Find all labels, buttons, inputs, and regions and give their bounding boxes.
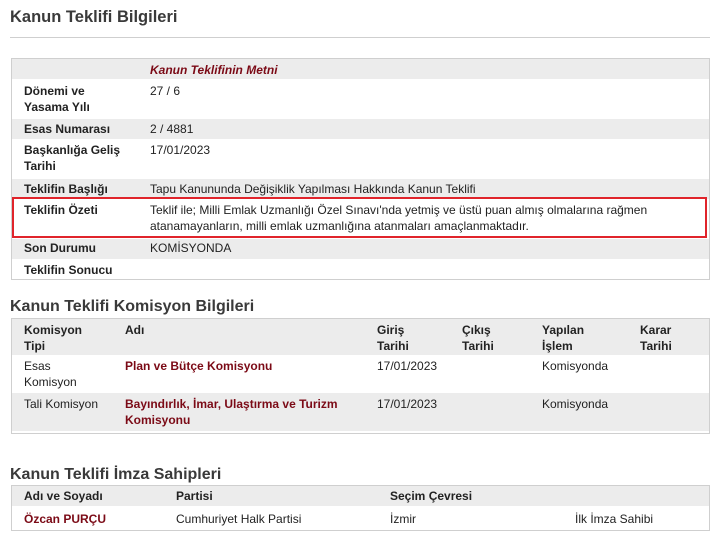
info-row-status: Son Durumu KOMİSYONDA <box>12 239 709 259</box>
col-dec-header-l1: Karar <box>640 323 672 337</box>
col-op-header-l1: Yapılan <box>542 323 585 337</box>
summary-label: Teklifin Özeti <box>24 203 98 217</box>
title-value: Tapu Kanununda Değişiklik Yapılması Hakk… <box>150 182 476 196</box>
col-dec-header-l2: Tarihi <box>640 339 672 353</box>
info-row-text-link: Kanun Teklifinin Metni <box>12 59 709 79</box>
signer-name-link[interactable]: Özcan PURÇU <box>24 511 106 527</box>
number-value: 2 / 4881 <box>150 122 194 136</box>
commission-row: Tali Komisyon Bayındırlık, İmar, Ulaştır… <box>12 393 709 431</box>
title-divider <box>10 37 710 38</box>
col-type-header-l2: Tipi <box>24 339 46 353</box>
info-row-title: Teklifin Başlığı Tapu Kanununda Değişikl… <box>12 179 709 199</box>
info-row-date: Başkanlığa Geliş Tarihi 17/01/2023 <box>12 139 709 179</box>
info-row-number: Esas Numarası 2 / 4881 <box>12 119 709 139</box>
signer-party-header: Partisi <box>176 489 213 503</box>
commission-in-date: 17/01/2023 <box>377 359 438 373</box>
signer-party: Cumhuriyet Halk Partisi <box>176 512 302 526</box>
signers-header-row: Adı ve Soyadı Partisi Seçim Çevresi <box>12 486 709 506</box>
signer-row: Özcan PURÇU Cumhuriyet Halk Partisi İzmi… <box>12 506 709 530</box>
status-value: KOMİSYONDA <box>150 241 232 255</box>
result-label: Teklifin Sonucu <box>24 263 113 277</box>
number-label: Esas Numarası <box>24 122 111 136</box>
signer-name-header: Adı ve Soyadı <box>24 489 103 503</box>
commission-name-link-l1[interactable]: Bayındırlık, İmar, Ulaştırma ve Turizm <box>125 396 338 412</box>
commission-type-l2: Komisyon <box>24 375 77 389</box>
signer-district: İzmir <box>390 512 416 526</box>
signer-district-header: Seçim Çevresi <box>390 489 473 503</box>
commission-in-date: 17/01/2023 <box>377 397 438 411</box>
info-row-result: Teklifin Sonucu <box>12 259 709 279</box>
period-label-line2: Yasama Yılı <box>24 100 90 114</box>
info-row-summary: Teklifin Özeti Teklif ile; Milli Emlak U… <box>12 199 709 239</box>
summary-value-line2: atanamayanların, milli emlak uzmanlığına… <box>150 219 529 233</box>
period-label-line1: Dönemi ve <box>24 84 85 98</box>
signers-section-title: Kanun Teklifi İmza Sahipleri <box>10 466 222 483</box>
col-in-header-l2: Tarihi <box>377 339 409 353</box>
commission-section-title: Kanun Teklifi Komisyon Bilgileri <box>10 298 255 315</box>
signer-role: İlk İmza Sahibi <box>575 512 654 526</box>
col-out-header-l2: Tarihi <box>462 339 494 353</box>
commission-row: Esas Komisyon Plan ve Bütçe Komisyonu 17… <box>12 355 709 393</box>
date-label-line1: Başkanlığa Geliş <box>24 143 121 157</box>
commission-name-link-l2[interactable]: Komisyonu <box>125 412 190 428</box>
col-out-header-l1: Çıkış <box>462 323 491 337</box>
commission-header-row: Komisyon Tipi Adı Giriş Tarihi Çıkış Tar… <box>12 319 709 355</box>
info-row-period: Dönemi ve Yasama Yılı 27 / 6 <box>12 79 709 119</box>
commission-operation: Komisyonda <box>542 359 609 373</box>
signers-table: Adı ve Soyadı Partisi Seçim Çevresi Özca… <box>11 485 710 531</box>
info-section-title: Kanun Teklifi Bilgileri <box>10 8 178 26</box>
commission-operation: Komisyonda <box>542 397 609 411</box>
info-table: Kanun Teklifinin Metni Dönemi ve Yasama … <box>11 58 710 280</box>
title-label: Teklifin Başlığı <box>24 182 108 196</box>
date-value: 17/01/2023 <box>150 143 211 157</box>
commission-type-l1: Esas <box>24 359 51 373</box>
date-label-line2: Tarihi <box>24 159 56 173</box>
col-op-header-l2: İşlem <box>542 339 573 353</box>
commission-type-l1: Tali Komisyon <box>24 397 99 411</box>
period-value: 27 / 6 <box>150 84 181 98</box>
bill-text-link[interactable]: Kanun Teklifinin Metni <box>150 62 278 78</box>
col-type-header-l1: Komisyon <box>24 323 83 337</box>
summary-value-line1: Teklif ile; Milli Emlak Uzmanlığı Özel S… <box>150 203 648 217</box>
commission-name-link[interactable]: Plan ve Bütçe Komisyonu <box>125 358 272 374</box>
col-in-header-l1: Giriş <box>377 323 405 337</box>
col-name-header: Adı <box>125 323 145 337</box>
status-label: Son Durumu <box>24 241 96 255</box>
commission-table: Komisyon Tipi Adı Giriş Tarihi Çıkış Tar… <box>11 318 710 434</box>
